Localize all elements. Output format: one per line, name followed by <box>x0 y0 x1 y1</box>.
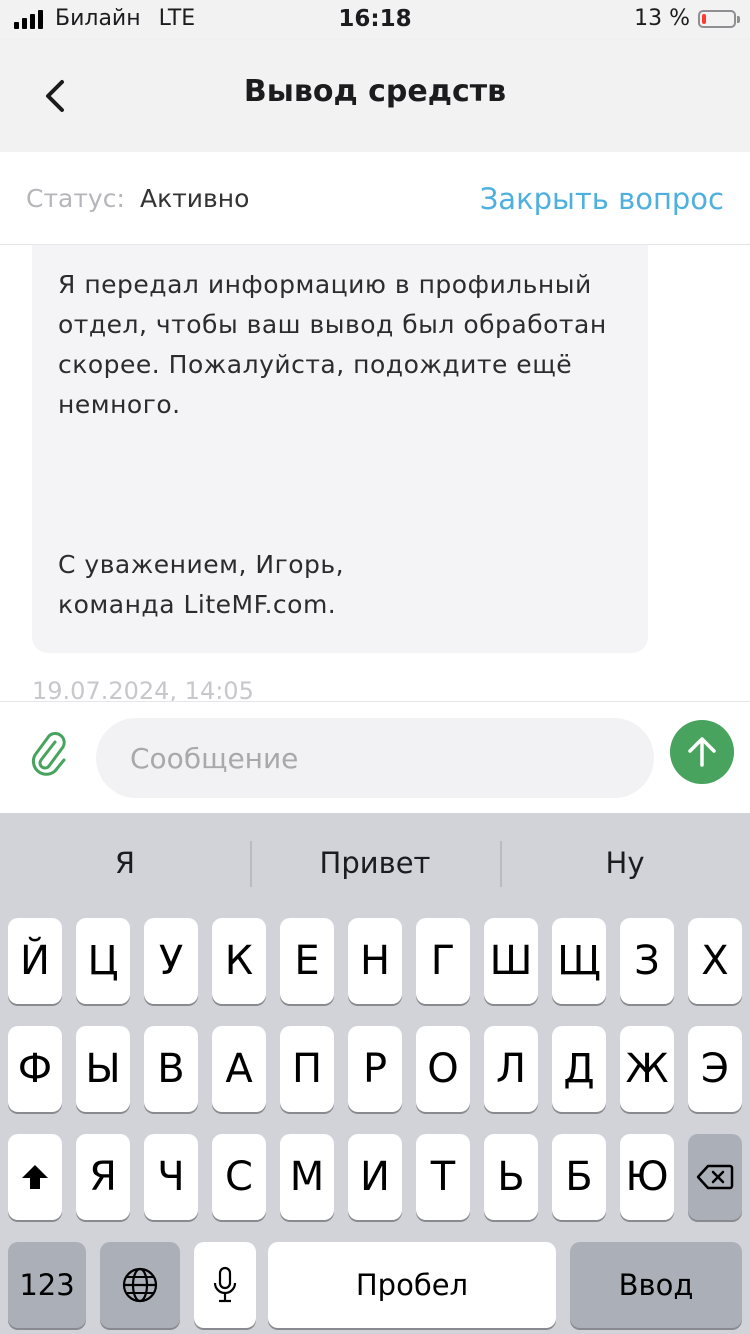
status-right: 13 % <box>634 6 740 31</box>
key[interactable]: О <box>416 1026 470 1112</box>
arrow-up-icon <box>688 737 716 767</box>
backspace-icon <box>696 1164 734 1190</box>
battery-percent: 13 % <box>634 6 690 31</box>
suggestion-item[interactable]: Привет <box>250 813 500 913</box>
suggestion-item[interactable]: Я <box>0 813 250 913</box>
battery-fill <box>702 13 706 24</box>
message-signature: С уважением, Игорь, команда LiteMF.com. <box>58 545 344 625</box>
return-key[interactable]: Ввод <box>570 1242 742 1328</box>
keyboard-row-4: 123 Пробел Ввод <box>0 1242 750 1328</box>
key[interactable]: Е <box>280 918 334 1004</box>
paperclip-icon <box>31 732 66 776</box>
key[interactable]: К <box>212 918 266 1004</box>
close-question-button[interactable]: Закрыть вопрос <box>480 182 724 216</box>
key[interactable]: Й <box>8 918 62 1004</box>
globe-icon <box>122 1267 158 1303</box>
shift-icon <box>22 1165 48 1189</box>
message-line: отдел, чтобы ваш вывод был обработан <box>58 310 607 339</box>
microphone-key[interactable] <box>194 1242 256 1328</box>
suggestion-bar: Я Привет Ну <box>0 813 750 913</box>
message-list[interactable]: Я передал информацию в профильный отдел,… <box>0 245 750 701</box>
delete-key[interactable] <box>688 1134 742 1220</box>
status-bar: Билайн LTE 16:18 13 % <box>0 0 750 40</box>
microphone-icon <box>213 1266 237 1303</box>
key[interactable]: У <box>144 918 198 1004</box>
key[interactable]: Э <box>688 1026 742 1112</box>
battery-icon <box>698 9 740 28</box>
key[interactable]: Р <box>348 1026 402 1112</box>
key[interactable]: Б <box>552 1134 606 1220</box>
key[interactable]: Ц <box>76 918 130 1004</box>
keyboard-row-1: Й Ц У К Е Н Г Ш Щ З Х <box>0 918 750 1004</box>
message-composer <box>0 701 750 814</box>
key[interactable]: А <box>212 1026 266 1112</box>
key[interactable]: Д <box>552 1026 606 1112</box>
key[interactable]: Ш <box>484 918 538 1004</box>
key[interactable]: Х <box>688 918 742 1004</box>
page-title: Вывод средств <box>243 74 507 109</box>
attach-button[interactable] <box>28 730 70 778</box>
key[interactable]: Ф <box>8 1026 62 1112</box>
key[interactable]: Ы <box>76 1026 130 1112</box>
key[interactable]: Я <box>76 1134 130 1220</box>
key[interactable]: В <box>144 1026 198 1112</box>
status-value: Активно <box>140 184 250 213</box>
suggestion-item[interactable]: Ну <box>500 813 750 913</box>
key[interactable]: С <box>212 1134 266 1220</box>
space-key[interactable]: Пробел <box>268 1242 556 1328</box>
send-button[interactable] <box>670 720 734 784</box>
key[interactable]: И <box>348 1134 402 1220</box>
key[interactable]: З <box>620 918 674 1004</box>
keyboard-row-3: Я Ч С М И Т Ь Б Ю <box>0 1134 750 1220</box>
globe-key[interactable] <box>100 1242 180 1328</box>
key[interactable]: Г <box>416 918 470 1004</box>
message-line: немного. <box>58 390 181 419</box>
message-text: Я передал информацию в профильный отдел,… <box>58 265 622 425</box>
status-label: Статус: <box>26 184 125 213</box>
message-input[interactable] <box>96 718 654 798</box>
message-line: скорее. Пожалуйста, подождите ещё <box>58 350 573 379</box>
key[interactable]: Ь <box>484 1134 538 1220</box>
key[interactable]: Н <box>348 918 402 1004</box>
key[interactable]: Щ <box>552 918 606 1004</box>
signature-line: С уважением, Игорь, <box>58 550 345 579</box>
key[interactable]: Ж <box>620 1026 674 1112</box>
signature-line: команда LiteMF.com. <box>58 590 337 619</box>
navigation-bar: Вывод средств <box>0 40 750 152</box>
key[interactable]: Л <box>484 1026 538 1112</box>
key[interactable]: М <box>280 1134 334 1220</box>
message-bubble: Я передал информацию в профильный отдел,… <box>32 245 648 653</box>
keyboard-row-2: Ф Ы В А П Р О Л Д Ж Э <box>0 1026 750 1112</box>
message-timestamp: 19.07.2024, 14:05 <box>32 677 254 701</box>
numbers-key[interactable]: 123 <box>8 1242 86 1328</box>
message-line: Я передал информацию в профильный <box>58 270 592 299</box>
key[interactable]: Т <box>416 1134 470 1220</box>
key[interactable]: Ч <box>144 1134 198 1220</box>
key[interactable]: П <box>280 1026 334 1112</box>
keyboard: Я Привет Ну Й Ц У К Е Н Г Ш Щ З Х Ф Ы В … <box>0 813 750 1334</box>
ticket-status-row: Статус: Активно Закрыть вопрос <box>0 152 750 245</box>
shift-key[interactable] <box>8 1134 62 1220</box>
key[interactable]: Ю <box>620 1134 674 1220</box>
